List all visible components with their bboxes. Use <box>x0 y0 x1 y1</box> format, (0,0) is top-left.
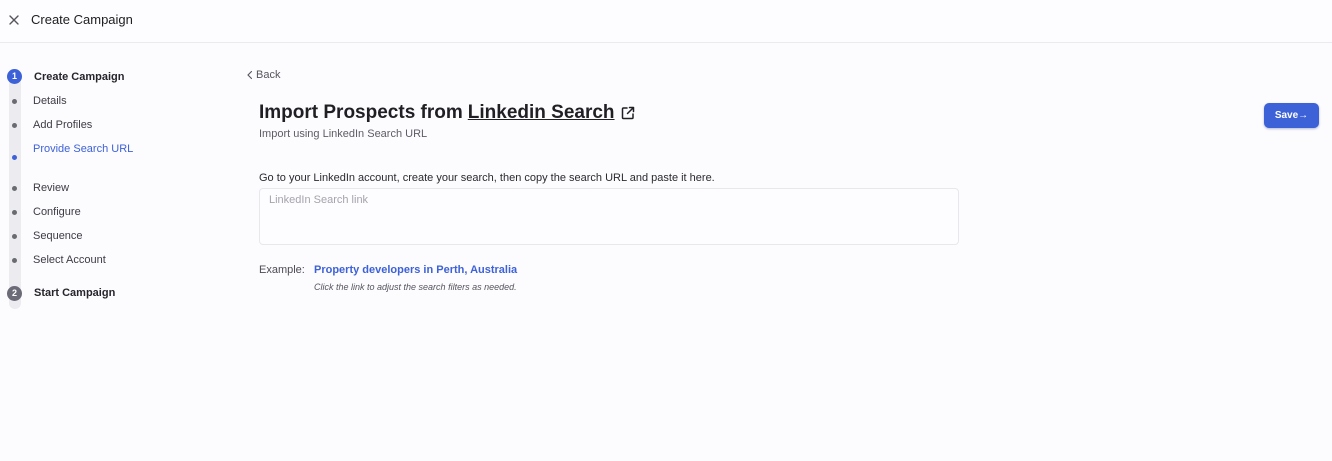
substep-details[interactable]: Details <box>33 95 67 107</box>
linkedin-search-link[interactable]: Linkedin Search <box>468 102 615 124</box>
import-subtitle: Import using LinkedIn Search URL <box>259 128 428 140</box>
step-number-2: 2 <box>7 286 22 301</box>
page-title: Create Campaign <box>31 12 133 27</box>
substep-add-profiles[interactable]: Add Profiles <box>33 119 92 131</box>
back-label: Back <box>256 69 281 81</box>
example-hint: Click the link to adjust the search filt… <box>314 282 517 292</box>
chevron-left-icon <box>247 70 253 80</box>
substep-provide-search-url[interactable]: Provide Search URL <box>33 142 143 157</box>
step-title-create-campaign: Create Campaign <box>34 71 125 83</box>
back-link[interactable]: Back <box>246 69 280 81</box>
save-button[interactable]: Save→ <box>1264 103 1319 128</box>
search-url-input[interactable] <box>259 188 959 245</box>
substep-dot <box>12 234 17 239</box>
step-title-start-campaign: Start Campaign <box>34 287 116 299</box>
substep-dot <box>12 210 17 215</box>
external-link-icon[interactable] <box>620 105 636 121</box>
example-label: Example: <box>259 264 305 276</box>
substep-dot <box>12 99 17 104</box>
top-bar: Create Campaign <box>0 0 1332 43</box>
substep-review[interactable]: Review <box>33 182 69 194</box>
substep-dot <box>12 123 17 128</box>
substep-dot <box>12 258 17 263</box>
close-icon[interactable] <box>7 13 21 27</box>
step-number-1: 1 <box>7 69 22 84</box>
substep-select-account[interactable]: Select Account <box>33 254 106 266</box>
substep-dot-active <box>12 155 17 160</box>
substep-sequence[interactable]: Sequence <box>33 230 83 242</box>
example-link[interactable]: Property developers in Perth, Australia <box>314 264 517 276</box>
title-prefix: Import Prospects from <box>259 102 463 123</box>
substep-dot <box>12 186 17 191</box>
import-title: Import Prospects from Linkedin Search <box>259 102 636 124</box>
instruction-text: Go to your LinkedIn account, create your… <box>259 172 715 184</box>
substep-configure[interactable]: Configure <box>33 206 81 218</box>
